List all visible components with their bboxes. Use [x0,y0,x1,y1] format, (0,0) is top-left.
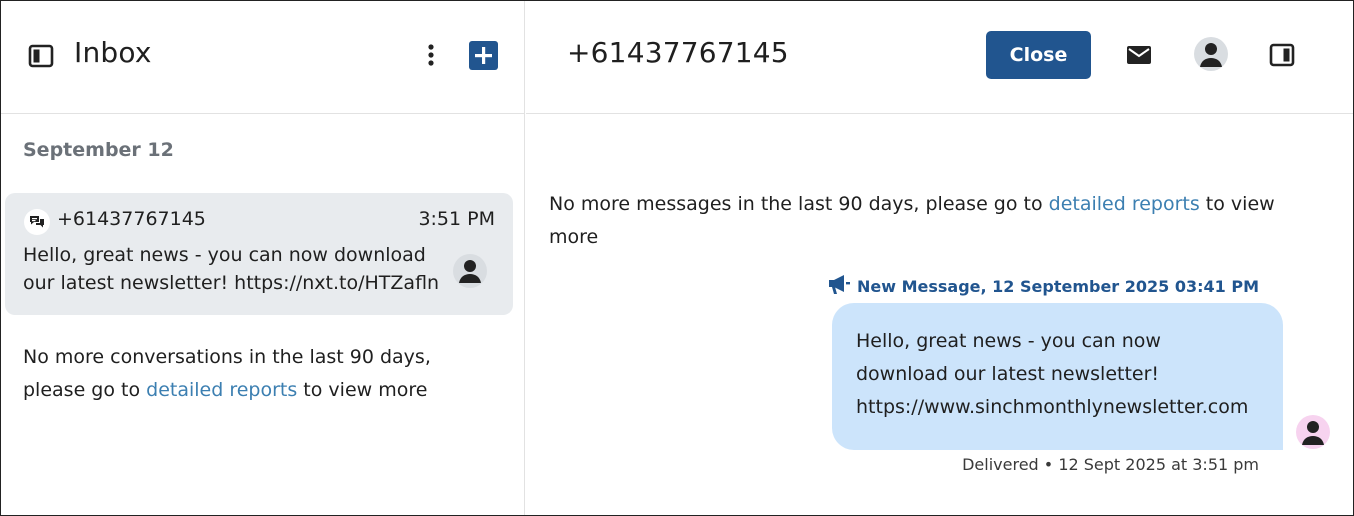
detailed-reports-link[interactable]: detailed reports [1049,193,1200,215]
conversation-preview: Hello, great news - you can now download… [23,244,440,294]
no-more-conversations: No more conversations in the last 90 day… [23,341,463,407]
message-meta: New Message, 12 September 2025 03:41 PM [827,273,1259,299]
message-bubble: Hello, great news - you can now download… [832,303,1283,450]
no-more-text: No more messages in the last 90 days, pl… [549,193,1049,215]
delivery-status: Delivered • 12 Sept 2025 at 3:51 pm [962,455,1259,474]
avatar-icon[interactable] [1194,37,1228,71]
envelope-icon[interactable] [1125,41,1153,69]
chat-bubbles-icon [24,209,50,235]
kebab-icon[interactable] [419,41,443,69]
no-more-suffix: to view more [297,379,428,401]
thread-title: +61437767145 [567,36,789,69]
panel-right-icon[interactable] [1268,41,1296,69]
thread-header: +61437767145 Close [526,1,1353,114]
conversation-number: +61437767145 [57,208,206,230]
megaphone-icon [827,273,851,299]
no-more-messages: No more messages in the last 90 days, pl… [549,188,1309,254]
inbox-title: Inbox [74,36,152,69]
thread-panel: +61437767145 Close No more messages in t… [526,1,1353,515]
inbox-panel: Inbox September 12 +61437767145 3:51 PM … [1,1,525,515]
message-line: download our latest newsletter! [856,363,1160,385]
plus-square-icon[interactable] [468,40,498,70]
inbox-header: Inbox [1,1,524,114]
conversation-time: 3:51 PM [418,208,495,230]
conversation-item[interactable]: +61437767145 3:51 PM Hello, great news -… [5,193,513,315]
close-button[interactable]: Close [986,31,1091,79]
message-line: Hello, great news - you can now [856,330,1161,352]
avatar-icon [453,254,487,288]
message-line: https://www.sinchmonthlynewsletter.com [856,396,1249,418]
date-group-label: September 12 [23,139,174,161]
avatar-icon [1296,415,1330,449]
message-meta-text: New Message, 12 September 2025 03:41 PM [856,276,1259,296]
sidebar-icon[interactable] [27,42,55,70]
app-window: Inbox September 12 +61437767145 3:51 PM … [0,0,1354,516]
detailed-reports-link[interactable]: detailed reports [146,379,297,401]
